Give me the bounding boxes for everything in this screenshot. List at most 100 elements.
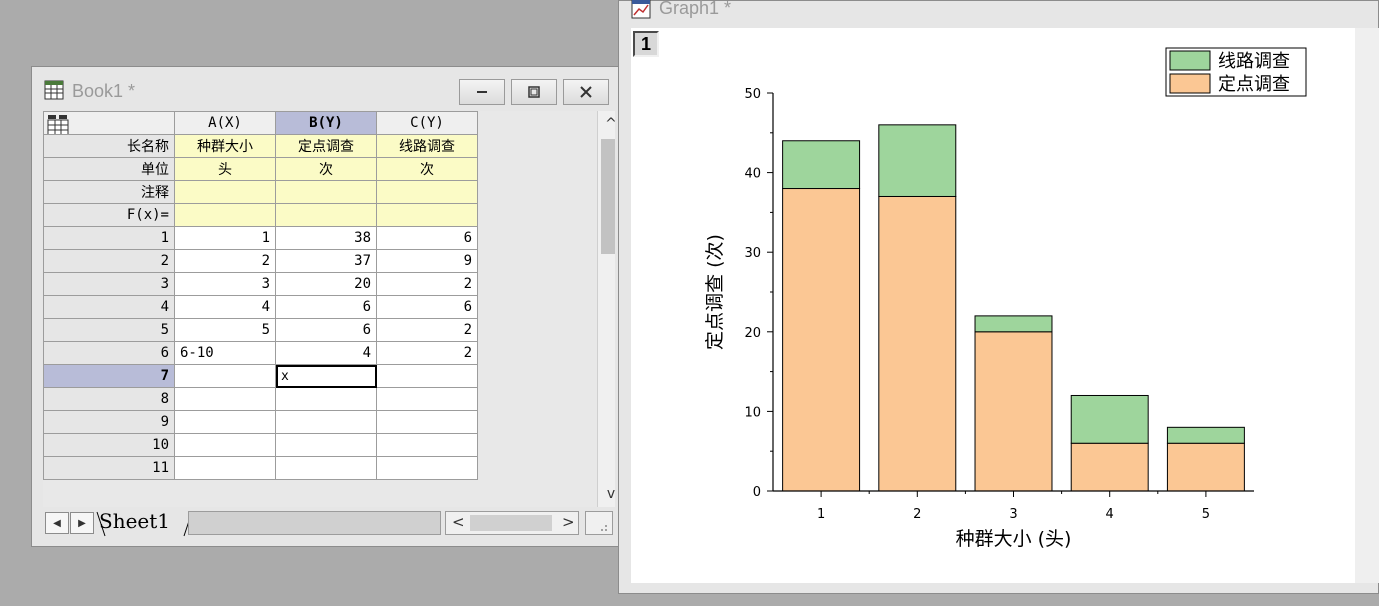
data-cell[interactable]: [275, 410, 377, 434]
units-cell-a[interactable]: 头: [174, 157, 276, 181]
y-tick-label: 50: [744, 87, 761, 102]
data-cell[interactable]: [174, 387, 276, 411]
select-all-corner[interactable]: [43, 111, 175, 135]
legend-label: 定点调查: [1218, 74, 1290, 95]
scroll-down-arrow-icon[interactable]: v: [598, 483, 615, 505]
column-header-b[interactable]: B(Y): [275, 111, 377, 135]
bar-segment: [782, 188, 861, 492]
comments-cell-a[interactable]: [174, 180, 276, 204]
data-cell[interactable]: 3: [174, 272, 276, 296]
row-header[interactable]: 5: [43, 318, 175, 342]
data-cell[interactable]: 6: [275, 295, 377, 319]
data-cell[interactable]: [275, 456, 377, 480]
long-name-cell-c[interactable]: 线路调查: [376, 134, 478, 158]
resize-grip[interactable]: [585, 511, 613, 535]
active-cell[interactable]: x: [275, 364, 377, 388]
data-cell[interactable]: 5: [174, 318, 276, 342]
book-titlebar[interactable]: Book1 *: [32, 67, 623, 111]
workbook-icon: [44, 80, 64, 100]
sheet-tab-bar: ◀ ▶ Sheet1 < >: [43, 509, 615, 537]
restore-button[interactable]: [511, 79, 557, 105]
tab-area-spacer: [188, 511, 441, 535]
sheet-tab-sheet1[interactable]: Sheet1: [99, 509, 170, 537]
data-cell[interactable]: [174, 433, 276, 457]
row-header-selected[interactable]: 7: [43, 364, 175, 388]
row-header[interactable]: 10: [43, 433, 175, 457]
column-header-a[interactable]: A(X): [174, 111, 276, 135]
fx-cell-a[interactable]: [174, 203, 276, 227]
scroll-right-arrow-icon[interactable]: >: [562, 513, 575, 531]
legend-swatch: [1169, 50, 1211, 71]
units-cell-b[interactable]: 次: [275, 157, 377, 181]
graph-page[interactable]: 1 0 10 20 30 40 50 1 2 3 4 5 种群大小 (头) 定点调查 (次) 线路调查 定点…: [631, 28, 1355, 583]
vertical-scrollbar[interactable]: ^ v: [597, 111, 615, 507]
graph-window[interactable]: Graph1 * 1 0 10 20 30 40 50 1 2 3 4 5 种群大小 (头) 定点调查 …: [618, 0, 1379, 594]
row-header[interactable]: 9: [43, 410, 175, 434]
data-cell[interactable]: 2: [376, 272, 478, 296]
next-sheet-button[interactable]: ▶: [70, 512, 94, 534]
scroll-up-arrow-icon[interactable]: ^: [598, 113, 615, 135]
data-cell[interactable]: [275, 433, 377, 457]
comments-cell-c[interactable]: [376, 180, 478, 204]
data-cell[interactable]: [376, 456, 478, 480]
data-cell[interactable]: 37: [275, 249, 377, 273]
long-name-cell-a[interactable]: 种群大小: [174, 134, 276, 158]
x-tick-label: 3: [1009, 507, 1017, 522]
legend-label: 线路调查: [1218, 51, 1290, 72]
prev-sheet-button[interactable]: ◀: [45, 512, 69, 534]
data-cell[interactable]: 20: [275, 272, 377, 296]
row-header[interactable]: 11: [43, 456, 175, 480]
data-cell[interactable]: 38: [275, 226, 377, 250]
x-tick-label: 2: [913, 507, 921, 522]
worksheet-grid[interactable]: A(X) B(Y) C(Y) 长名称 种群大小 定点调查 线路调查 单位 头 次…: [43, 111, 615, 507]
vertical-scroll-thumb[interactable]: [601, 139, 615, 254]
row-header[interactable]: 8: [43, 387, 175, 411]
resize-grip-icon: [601, 525, 607, 531]
data-cell[interactable]: 2: [376, 341, 478, 365]
data-cell[interactable]: 9: [376, 249, 478, 273]
data-cell[interactable]: 6: [376, 295, 478, 319]
data-cell[interactable]: [275, 387, 377, 411]
close-button[interactable]: [563, 79, 609, 105]
y-axis-title: 定点调查 (次): [704, 234, 726, 350]
data-cell[interactable]: [174, 456, 276, 480]
data-cell[interactable]: 2: [174, 249, 276, 273]
data-cell[interactable]: 6: [376, 226, 478, 250]
comments-cell-b[interactable]: [275, 180, 377, 204]
units-cell-c[interactable]: 次: [376, 157, 478, 181]
data-cell[interactable]: [376, 433, 478, 457]
minimize-button[interactable]: [459, 79, 505, 105]
data-cell[interactable]: [376, 410, 478, 434]
data-cell[interactable]: 6-10: [174, 341, 276, 365]
column-header-c[interactable]: C(Y): [376, 111, 478, 135]
legend-swatch: [1169, 73, 1211, 94]
graph-icon: [631, 0, 651, 19]
data-cell[interactable]: 1: [174, 226, 276, 250]
data-cell[interactable]: [376, 364, 478, 388]
graph-vertical-scrollbar[interactable]: [1355, 28, 1379, 583]
data-cell[interactable]: 4: [174, 295, 276, 319]
scroll-left-arrow-icon[interactable]: <: [452, 513, 465, 531]
fx-cell-b[interactable]: [275, 203, 377, 227]
data-cell[interactable]: 6: [275, 318, 377, 342]
book-window[interactable]: Book1 * A(X) B(Y) C(Y) 长名称 种群大小 定点调查 线路调…: [31, 66, 624, 547]
row-header[interactable]: 3: [43, 272, 175, 296]
data-cell[interactable]: 2: [376, 318, 478, 342]
data-cell[interactable]: [174, 364, 276, 388]
row-header[interactable]: 4: [43, 295, 175, 319]
data-cell[interactable]: [376, 387, 478, 411]
fx-cell-c[interactable]: [376, 203, 478, 227]
horizontal-scrollbar[interactable]: < >: [445, 511, 579, 535]
y-tick-label: 20: [744, 326, 761, 341]
bar-segment: [782, 140, 861, 190]
data-cell[interactable]: [174, 410, 276, 434]
x-axis-title: 种群大小 (头): [956, 528, 1072, 550]
row-header[interactable]: 1: [43, 226, 175, 250]
long-name-cell-b[interactable]: 定点调查: [275, 134, 377, 158]
horizontal-scroll-thumb[interactable]: [470, 515, 552, 531]
row-header[interactable]: 2: [43, 249, 175, 273]
data-cell[interactable]: 4: [275, 341, 377, 365]
restore-icon: [528, 86, 540, 98]
row-header[interactable]: 6: [43, 341, 175, 365]
x-tick-label: 5: [1202, 507, 1210, 522]
